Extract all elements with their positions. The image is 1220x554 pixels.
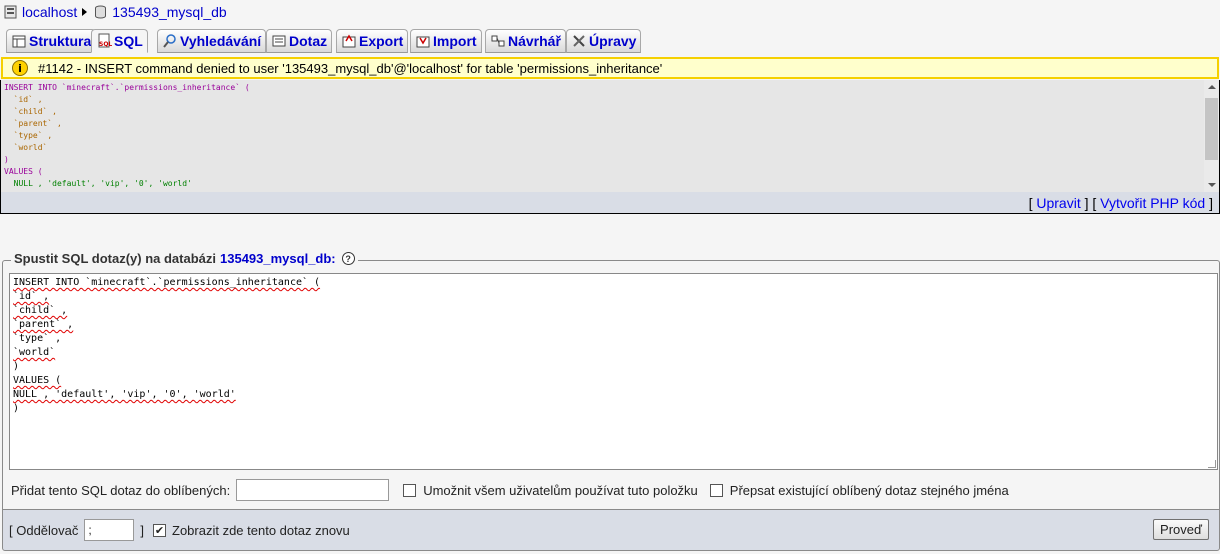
sql-line: `world` [13, 347, 56, 358]
show-query-again-checkbox[interactable]: ✔ [153, 523, 166, 537]
delimiter-input[interactable]: ; [84, 519, 135, 541]
database-icon [94, 5, 107, 19]
tab-query[interactable]: Dotaz [266, 29, 333, 53]
tab-designer-label: Návrhář [508, 33, 561, 49]
tab-structure[interactable]: Struktura [6, 29, 97, 53]
query-line: `id` , [13, 95, 43, 104]
resize-handle[interactable] [1208, 460, 1216, 468]
sql-form-legend: Spustit SQL dotaz(y) na databázi 135493_… [11, 251, 358, 266]
tab-export-label: Export [359, 33, 404, 49]
tab-operations[interactable]: Úpravy [566, 29, 642, 53]
tab-sql[interactable]: SQL SQL [91, 29, 148, 53]
replace-bookmark-checkbox[interactable] [709, 483, 723, 497]
sql-query-fieldset: Spustit SQL dotaz(y) na databázi 135493_… [2, 251, 1220, 511]
tab-search-label: Vyhledávání [180, 33, 262, 49]
edit-query-link[interactable]: Upravit [1036, 195, 1080, 211]
query-links: [ Upravit ] [ Vytvořit PHP kód ] [1, 192, 1219, 213]
export-icon [341, 33, 357, 49]
sql-line: INSERT INTO `minecraft`.`permissions_inh… [13, 277, 321, 288]
svg-text:SQL: SQL [99, 41, 112, 48]
bracket: ] [1209, 194, 1213, 211]
error-text: #1142 - INSERT command denied to user '1… [38, 60, 663, 76]
query-line: VALUES ( [4, 167, 43, 176]
scroll-up-icon[interactable] [1208, 85, 1216, 89]
query-icon [271, 33, 287, 49]
breadcrumb-separator-icon [82, 8, 88, 16]
error-message-bar: i #1142 - INSERT command denied to user … [1, 57, 1219, 79]
legend-text: Spustit SQL dotaz(y) na databázi [14, 251, 217, 266]
sql-line: `parent` , [13, 319, 74, 330]
allow-all-users-label: Umožnit všem uživatelům používat tuto po… [423, 482, 698, 498]
tab-import[interactable]: Import [410, 29, 482, 53]
sql-line: `type` , [13, 333, 62, 344]
tab-operations-label: Úpravy [589, 33, 637, 49]
sql-line: `child` , [13, 305, 68, 316]
query-line: INSERT INTO `minecraft`.`permissions_inh… [4, 83, 250, 92]
sql-line: ) [13, 403, 20, 414]
go-button[interactable]: Proveď [1153, 519, 1209, 540]
breadcrumb-database[interactable]: 135493_mysql_db [112, 4, 226, 20]
tab-sql-label: SQL [114, 33, 143, 49]
help-icon[interactable]: ? [341, 252, 355, 265]
structure-icon [11, 33, 27, 49]
query-code: INSERT INTO `minecraft`.`permissions_inh… [1, 80, 1205, 192]
tab-query-label: Dotaz [289, 33, 328, 49]
executed-query-panel: INSERT INTO `minecraft`.`permissions_inh… [0, 80, 1220, 214]
tab-import-label: Import [433, 33, 477, 49]
delimiter-label: [ Oddělovač [9, 522, 79, 538]
query-line: `type` , [13, 131, 53, 140]
tab-export[interactable]: Export [336, 29, 409, 53]
query-line: `child` , [13, 107, 57, 116]
server-icon [4, 5, 17, 19]
sql-line: `id` , [13, 291, 50, 302]
tab-designer[interactable]: Návrhář [485, 29, 566, 53]
breadcrumb-server[interactable]: localhost [22, 4, 77, 20]
bracket: [ [1028, 194, 1033, 211]
import-icon [415, 33, 431, 49]
query-options-bar: [ Oddělovač ; ] ✔ Zobrazit zde tento dot… [2, 509, 1220, 551]
sql-line: NULL , 'default', 'vip', '0', 'world' [13, 389, 236, 400]
query-line: ) [4, 155, 9, 164]
bookmark-row: Přidat tento SQL dotaz do oblíbených: Um… [11, 479, 1009, 501]
allow-all-users-checkbox[interactable] [403, 483, 417, 497]
query-line: NULL , 'default', 'vip', '0', 'world' [13, 179, 192, 188]
designer-icon [490, 33, 506, 49]
replace-bookmark-label: Přepsat existující oblíbený dotaz stejné… [729, 482, 1009, 498]
bracket: ] [ [1084, 194, 1097, 211]
query-line: `world` [13, 143, 48, 152]
sql-icon: SQL [96, 33, 112, 49]
query-line: `parent` , [13, 119, 62, 128]
bookmark-label: Přidat tento SQL dotaz do oblíbených: [11, 482, 231, 498]
bookmark-name-input[interactable] [236, 479, 390, 501]
sql-line: ) [13, 361, 20, 372]
delimiter-close: ] [140, 522, 144, 538]
tab-search[interactable]: Vyhledávání [157, 29, 267, 53]
operations-icon [571, 33, 587, 49]
warning-icon: i [12, 60, 28, 76]
search-icon [162, 33, 178, 49]
sql-line: VALUES ( [13, 375, 62, 386]
show-query-again-label: Zobrazit zde tento dotaz znovu [172, 522, 350, 538]
create-php-code-link[interactable]: Vytvořit PHP kód [1100, 195, 1205, 211]
legend-database-link[interactable]: 135493_mysql_db: [220, 251, 336, 266]
scroll-down-icon[interactable] [1208, 183, 1216, 187]
tab-structure-label: Struktura [29, 33, 92, 49]
scroll-thumb[interactable] [1205, 98, 1218, 160]
sql-query-textarea[interactable]: INSERT INTO `minecraft`.`permissions_inh… [9, 273, 1218, 470]
tab-bar: Struktura SQL SQL Vyhledávání Dotaz Expo… [0, 29, 1220, 54]
query-scrollbar[interactable] [1204, 80, 1219, 192]
breadcrumb: localhost 135493_mysql_db [4, 3, 227, 21]
